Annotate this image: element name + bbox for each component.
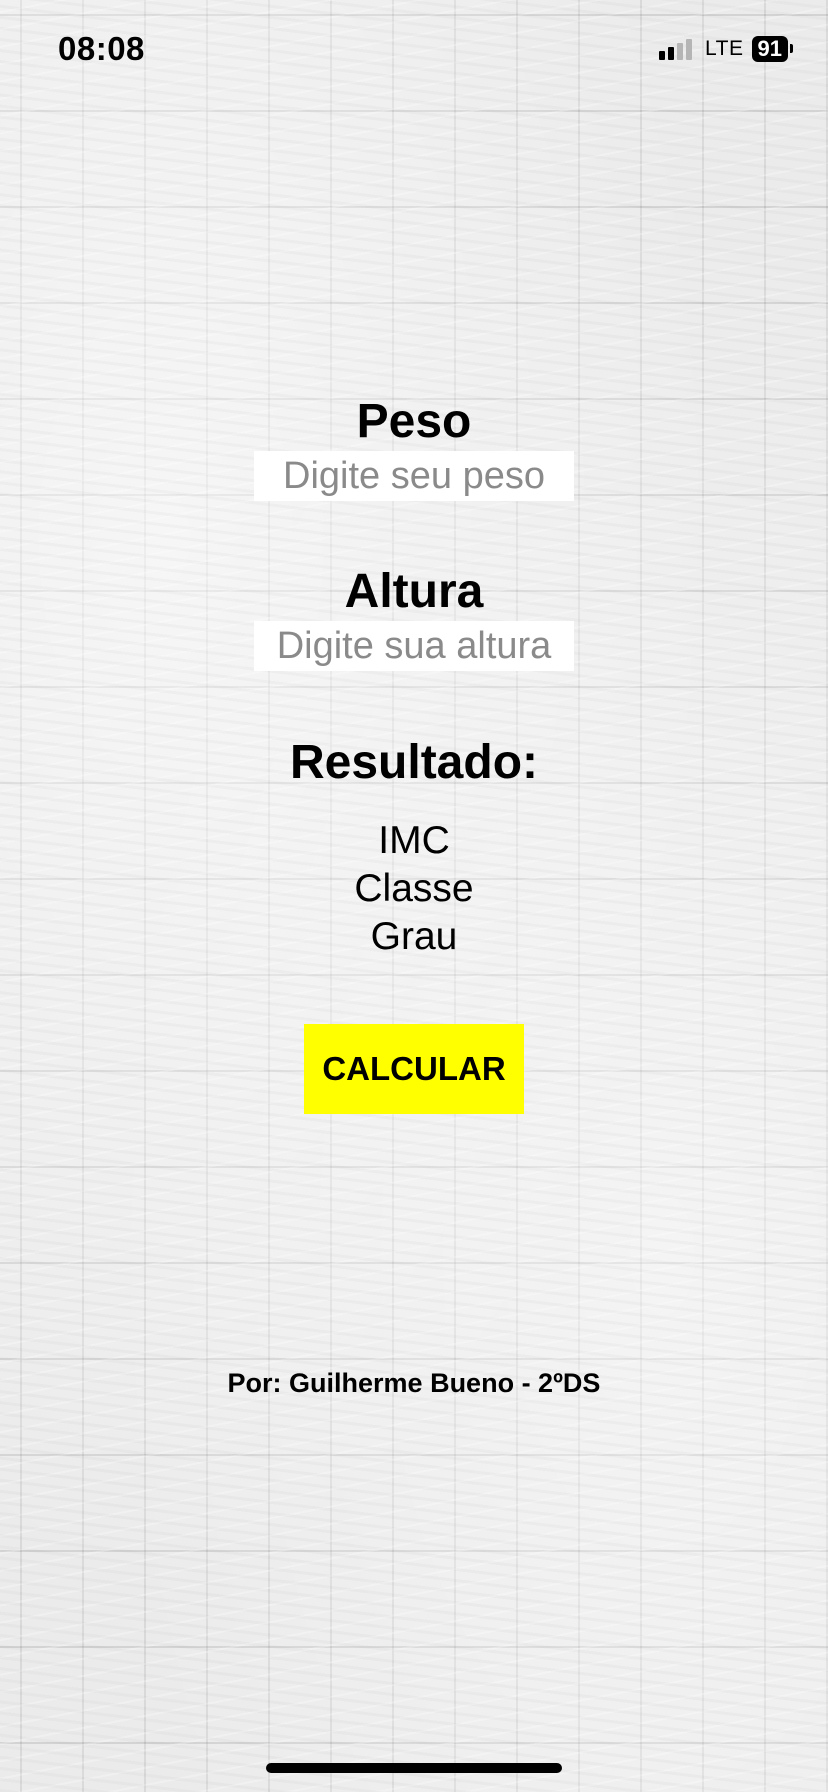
signal-bar [668,47,675,60]
height-label: Altura [344,565,484,618]
signal-bar [686,39,693,60]
author-credit: Por: Guilherme Bueno - 2ºDS [227,1368,601,1398]
weight-input[interactable] [254,451,574,501]
battery-icon: 91 [751,36,794,62]
network-type: LTE [705,37,744,60]
result-imc: IMC [378,819,450,862]
signal-bar [659,51,666,60]
signal-bar [677,43,684,60]
status-time: 08:08 [58,30,145,67]
result-title: Resultado: [289,736,538,789]
height-input[interactable] [254,621,574,671]
result-classe: Classe [354,867,474,910]
home-indicator[interactable] [266,1763,562,1773]
result-grau: Grau [370,915,458,958]
status-indicators: LTE 91 [659,36,794,62]
weight-label: Peso [356,395,472,448]
status-bar: 08:08 LTE 91 [0,0,828,100]
signal-strength-icon [659,38,697,60]
calculate-button[interactable]: CALCULAR [304,1024,524,1114]
